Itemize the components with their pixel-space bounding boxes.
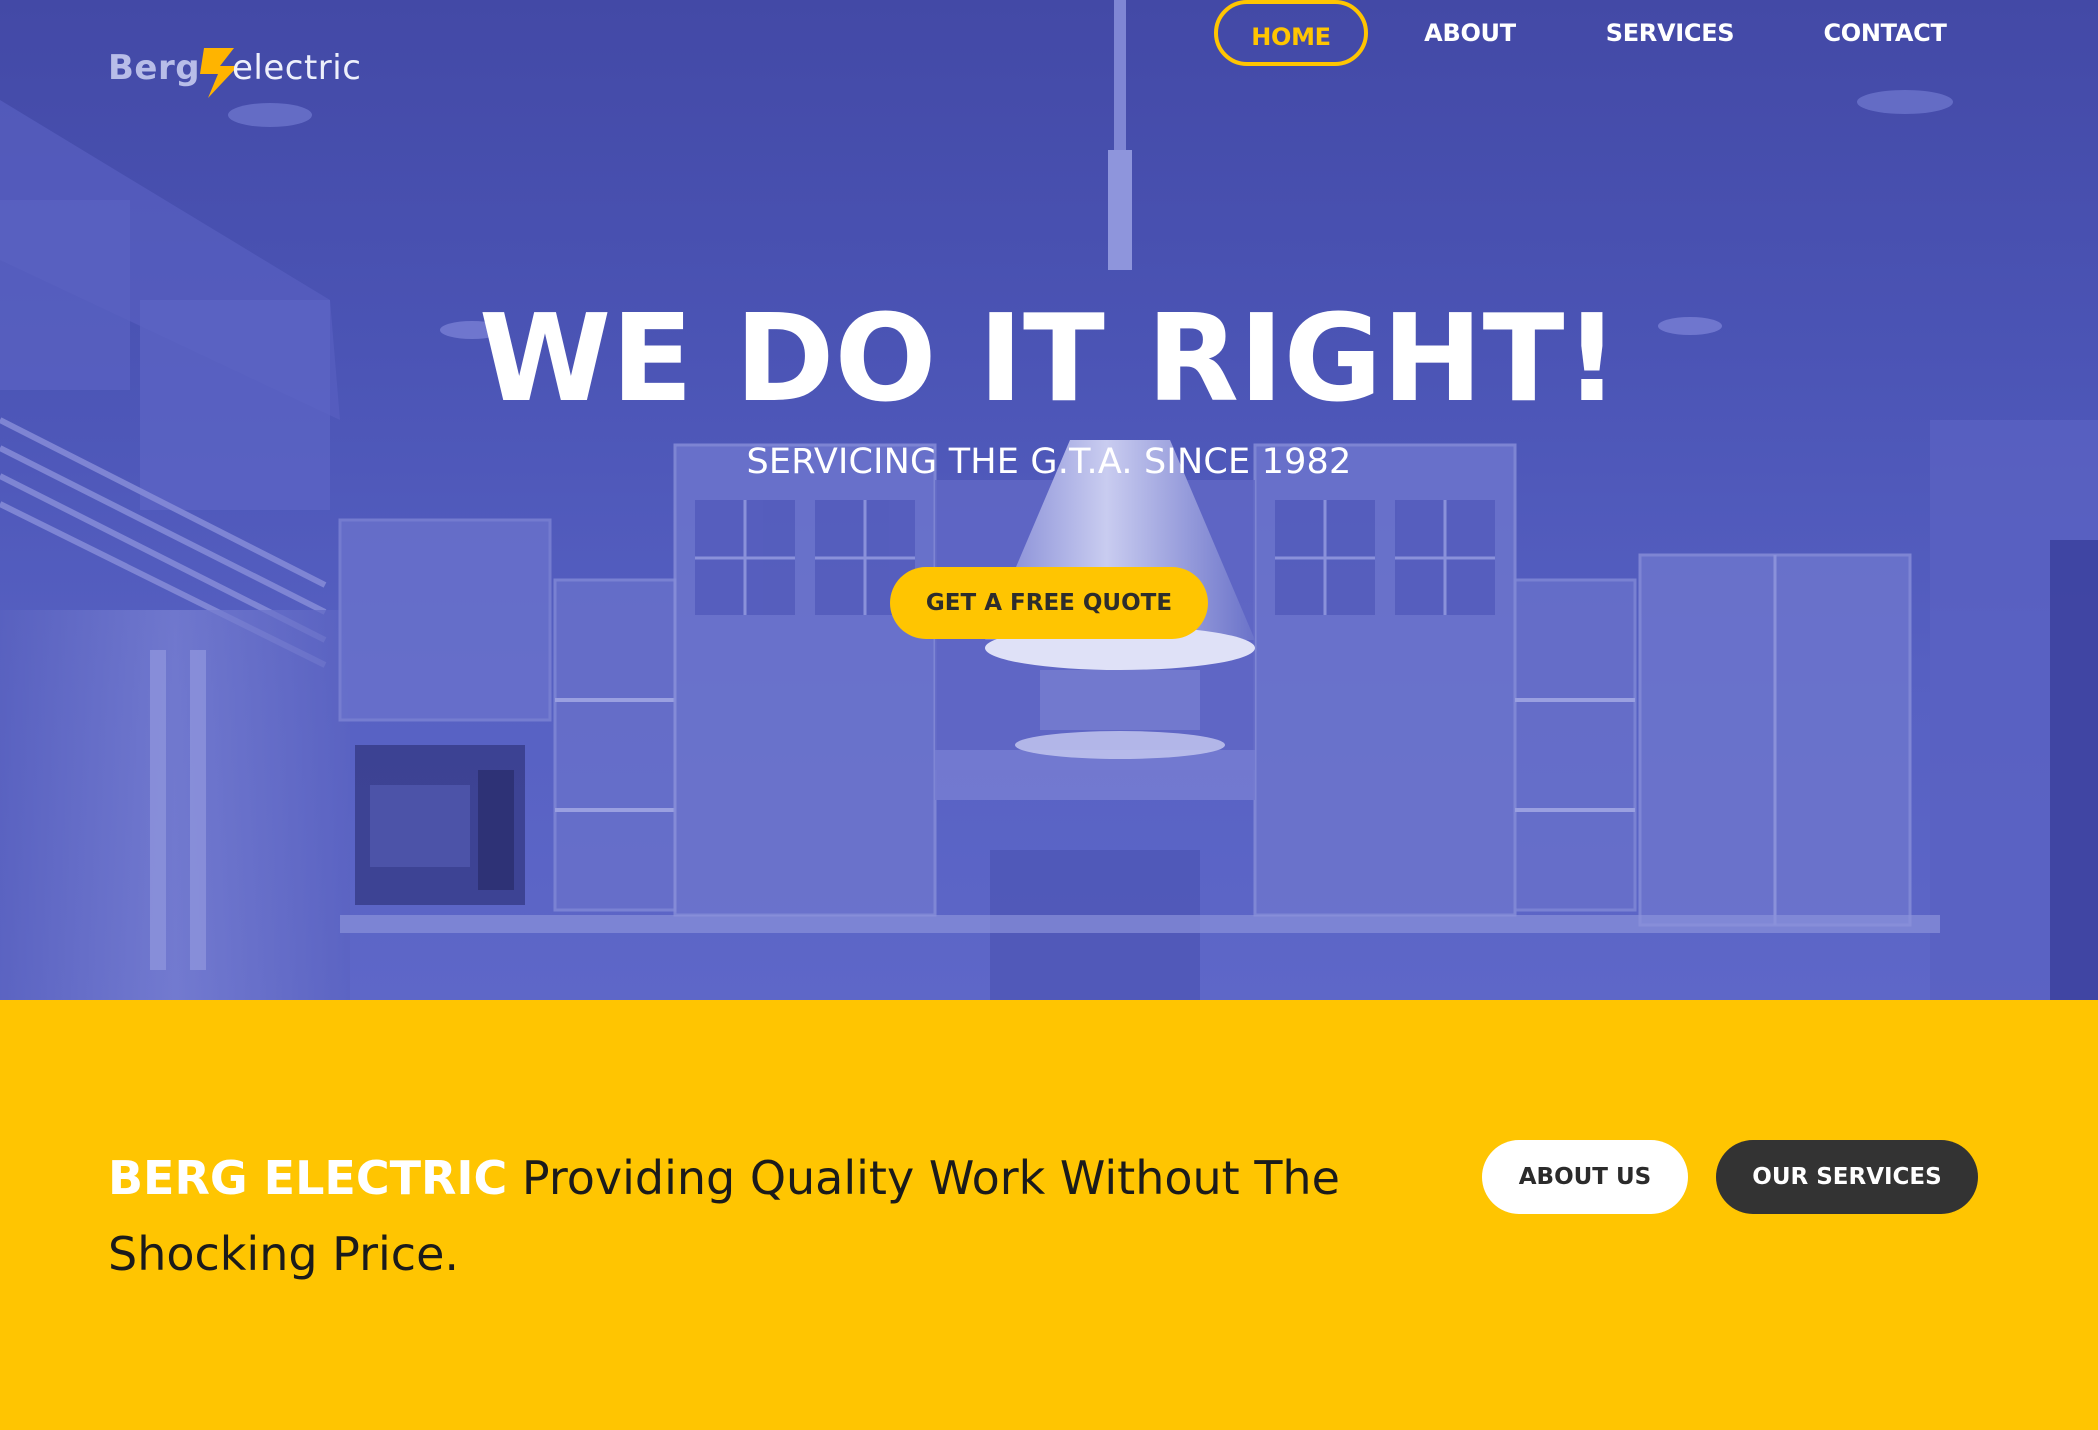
our-services-button[interactable]: OUR SERVICES: [1716, 1140, 1978, 1214]
get-free-quote-button[interactable]: GET A FREE QUOTE: [890, 567, 1208, 639]
nav-home-link[interactable]: HOME: [1214, 0, 1368, 66]
site-logo[interactable]: Berg electric: [108, 44, 364, 104]
page: Berg electric HOME ABOUT SERVICES CONTAC…: [0, 0, 2098, 1430]
tagline-brand-name: BERG ELECTRIC: [108, 1151, 508, 1205]
hero-subtitle: SERVICING THE G.T.A. SINCE 1982: [746, 442, 1352, 482]
logo-primary-text: Berg: [108, 48, 201, 88]
nav-contact-link[interactable]: CONTACT: [1800, 0, 1970, 66]
logo-secondary-text: electric: [232, 48, 362, 88]
nav-services-link[interactable]: SERVICES: [1590, 0, 1750, 66]
hero-background-image: [0, 0, 2098, 1000]
hero-title: WE DO IT RIGHT!: [478, 290, 1620, 429]
hero-section: Berg electric HOME ABOUT SERVICES CONTAC…: [0, 0, 2098, 1000]
about-us-button[interactable]: ABOUT US: [1482, 1140, 1688, 1214]
intro-tagline: BERG ELECTRIC Providing Quality Work Wit…: [108, 1140, 1348, 1292]
nav-about-link[interactable]: ABOUT: [1400, 0, 1540, 66]
